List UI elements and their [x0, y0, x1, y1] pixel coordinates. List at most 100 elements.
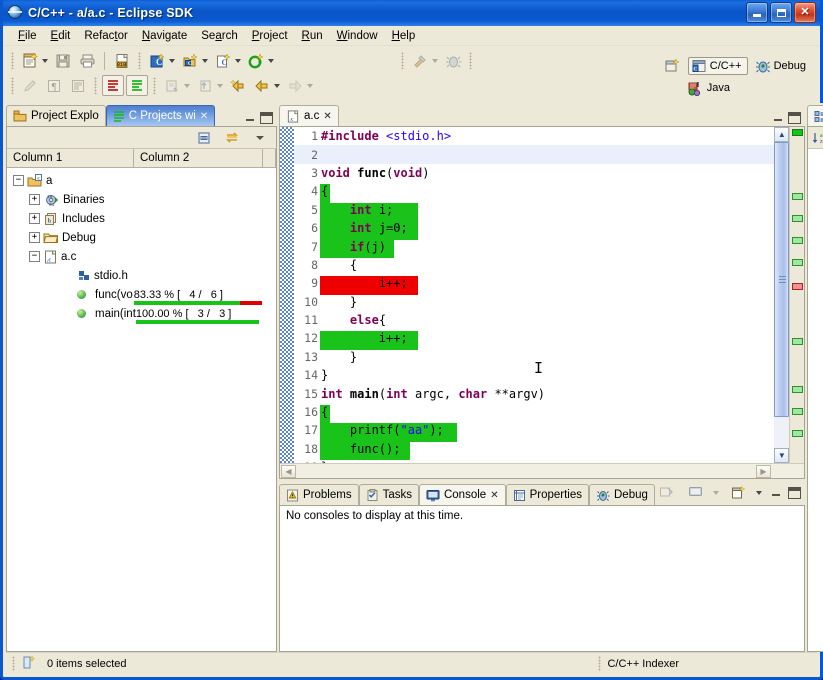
outline-item-stdio[interactable]: stdio.h: [808, 153, 823, 172]
code-line[interactable]: 9 i++;: [294, 274, 774, 295]
print-icon[interactable]: [76, 50, 98, 71]
overview-marker[interactable]: [791, 408, 803, 415]
tab-console[interactable]: Console ✕: [418, 484, 506, 505]
tree-row-debug[interactable]: + Debug: [7, 228, 276, 247]
menu-search[interactable]: Search: [194, 28, 244, 44]
expander-icon[interactable]: +: [29, 194, 40, 205]
maximize-button[interactable]: [770, 2, 792, 23]
outline-item-main[interactable]: main(int, char**) : int: [808, 191, 823, 210]
code-line[interactable]: 4{: [294, 182, 774, 203]
scroll-right-arrow[interactable]: ▶: [755, 464, 771, 478]
code-line[interactable]: 11 else{: [294, 311, 774, 329]
build-dropdown-arrow[interactable]: [432, 58, 438, 63]
tree-row-binaries[interactable]: + 10 01 Binaries: [7, 190, 276, 209]
new-c-folder-dropdown-arrow[interactable]: [202, 58, 208, 63]
editor-vertical-scrollbar[interactable]: ▲ ▼: [773, 127, 790, 463]
expander-icon[interactable]: −: [29, 251, 40, 262]
menu-project[interactable]: Project: [245, 28, 295, 44]
project-tree[interactable]: − c a + 10 01 Binaries + h Includes + De…: [7, 168, 276, 651]
code-line[interactable]: 12 i++;: [294, 329, 774, 350]
overview-ruler[interactable]: [788, 127, 804, 463]
code-line[interactable]: 10 }: [294, 293, 774, 311]
close-button[interactable]: ✕: [794, 2, 816, 23]
save-icon[interactable]: [52, 50, 74, 71]
console-panel[interactable]: No consoles to display at this time.: [279, 505, 805, 652]
new-wizard-icon[interactable]: [19, 50, 41, 71]
code-line[interactable]: 3 void func(void): [294, 164, 774, 182]
tab-debug[interactable]: Debug: [589, 484, 655, 505]
new-c-project-icon[interactable]: C: [146, 50, 168, 71]
expander-icon[interactable]: −: [13, 175, 24, 186]
scroll-thumb[interactable]: [774, 142, 790, 418]
outline-list[interactable]: stdio.h func(void) : void main(int, char…: [807, 149, 823, 651]
back-dropdown-arrow[interactable]: [274, 83, 280, 88]
tree-row-stdio-h[interactable]: stdio.h: [7, 266, 276, 285]
link-with-editor-icon[interactable]: [221, 127, 243, 148]
tab-outline[interactable]: Outli ✕: [806, 105, 823, 126]
toggle-mark-occurrences-icon[interactable]: [102, 75, 124, 96]
overview-marker[interactable]: [791, 386, 803, 393]
new-c-source-icon[interactable]: [245, 50, 267, 71]
code-area[interactable]: 1 #include <stdio.h> 2 3 void func(void) 4{5 …: [294, 127, 774, 463]
menu-window[interactable]: Window: [330, 28, 385, 44]
scroll-track[interactable]: [774, 142, 790, 448]
scroll-up-arrow[interactable]: ▲: [774, 127, 790, 142]
annotation-ruler[interactable]: [280, 127, 294, 463]
build-hammer-icon[interactable]: [409, 50, 431, 71]
minimize-editor-icon[interactable]: [772, 112, 785, 124]
close-icon[interactable]: ✕: [200, 111, 208, 122]
tab-project-explorer[interactable]: Project Explo: [6, 105, 106, 126]
menu-refactor[interactable]: Refactor: [77, 28, 134, 44]
column-header-2[interactable]: Column 2: [134, 149, 263, 167]
build-all-icon[interactable]: 010: [111, 50, 133, 71]
editor-tab-a-c[interactable]: .c a.c ✕: [279, 105, 339, 126]
perspective-java[interactable]: Java: [683, 80, 734, 97]
last-edit-location-icon[interactable]: [227, 75, 249, 96]
outline-item-func[interactable]: func(void) : void: [808, 172, 823, 191]
tree-row-a-c[interactable]: − .c a.c: [7, 247, 276, 266]
close-icon[interactable]: ✕: [323, 111, 331, 122]
paragraph-marks-icon[interactable]: ¶: [43, 75, 65, 96]
perspective-debug[interactable]: Debug: [751, 58, 810, 75]
maximize-editor-icon[interactable]: [787, 112, 801, 124]
clear-console-icon[interactable]: [656, 482, 678, 503]
new-c-project-dropdown-arrow[interactable]: [169, 58, 175, 63]
pencil-icon[interactable]: [19, 75, 41, 96]
code-line[interactable]: 7 if(j): [294, 237, 774, 258]
external-tools-dropdown-arrow[interactable]: [184, 83, 190, 88]
overview-marker[interactable]: [791, 193, 803, 200]
external-tools-icon[interactable]: [161, 75, 183, 96]
minimize-view-icon[interactable]: [244, 112, 257, 124]
tree-row-project-a[interactable]: − c a: [7, 171, 276, 190]
open-console-dropdown-arrow[interactable]: [755, 490, 762, 495]
tree-row-main[interactable]: main(int 100.00 % [ 3 / 3 ]: [7, 304, 276, 324]
minimize-console-icon[interactable]: [770, 487, 783, 499]
forward-dropdown-arrow[interactable]: [307, 83, 313, 88]
block-selection-icon[interactable]: [67, 75, 89, 96]
display-selected-console-icon[interactable]: [685, 482, 707, 503]
new-c-class-dropdown-arrow[interactable]: [235, 58, 241, 63]
show-coverage-icon[interactable]: [126, 75, 148, 96]
back-icon[interactable]: [251, 75, 273, 96]
scroll-down-arrow[interactable]: ▼: [774, 448, 790, 463]
code-line[interactable]: 1 #include <stdio.h>: [294, 127, 774, 145]
new-c-folder-icon[interactable]: C: [179, 50, 201, 71]
tab-tasks[interactable]: Tasks: [358, 484, 419, 505]
code-line[interactable]: 16{: [294, 403, 774, 424]
sort-az-icon[interactable]: a z: [809, 127, 823, 148]
code-line[interactable]: 15 int main(int argc, char **argv): [294, 384, 774, 402]
expander-icon[interactable]: +: [29, 232, 40, 243]
new-c-class-icon[interactable]: C: [212, 50, 234, 71]
minimize-button[interactable]: [746, 2, 768, 23]
code-line[interactable]: 6 int j=0;: [294, 219, 774, 240]
tab-problems[interactable]: Problems: [279, 484, 359, 505]
open-console-icon[interactable]: [728, 482, 750, 503]
overview-marker[interactable]: [791, 338, 803, 345]
code-line[interactable]: 8 {: [294, 256, 774, 274]
console-dropdown-arrow[interactable]: [712, 490, 719, 495]
maximize-console-icon[interactable]: [787, 486, 801, 499]
menu-file[interactable]: FFileile: [11, 28, 44, 44]
forward-icon[interactable]: [284, 75, 306, 96]
overview-marker[interactable]: [791, 430, 803, 437]
overview-marker[interactable]: [791, 129, 803, 136]
